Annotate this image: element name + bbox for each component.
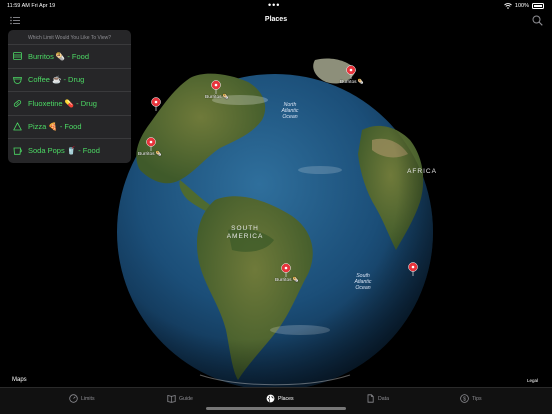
multitasking-dots[interactable]: •••: [268, 0, 280, 10]
tab-label: Limits: [81, 395, 95, 402]
tab-guide[interactable]: Guide: [167, 394, 193, 403]
gauge-icon: [69, 394, 78, 403]
battery-percent: 100%: [514, 3, 529, 9]
popover-item-soda-pops[interactable]: Soda Pops 🥤 - Food: [8, 139, 131, 163]
africa-label: AFRICA: [407, 168, 437, 175]
limit-picker-popover: Which Limit Would You Like To View? Burr…: [8, 30, 131, 163]
south-america-label: SOUTH AMERICA: [226, 225, 264, 240]
navigation-bar: Places: [0, 12, 552, 30]
tab-places[interactable]: Places: [266, 394, 294, 403]
soda-icon: [13, 146, 22, 155]
popover-item-label: Coffee ☕ - Drug: [28, 75, 85, 85]
map-pin[interactable]: [281, 263, 291, 277]
pin-label: Burritos 🌯: [205, 95, 229, 100]
status-bar: 11:59 AM Fri Apr 19 ••• 100%: [0, 0, 552, 12]
popover-item-label: Pizza 🍕 - Food: [28, 122, 82, 132]
dollar-circle-icon: $: [460, 394, 469, 403]
book-icon: [167, 394, 176, 403]
popover-item-label: Soda Pops 🥤 - Food: [28, 146, 100, 156]
tab-label: Places: [278, 395, 294, 402]
map-pin[interactable]: [146, 137, 156, 151]
maps-attribution: Maps: [12, 377, 27, 383]
status-time: 11:59 AM Fri Apr 19: [7, 3, 56, 9]
pin-label: Burritos 🌯: [275, 278, 299, 283]
burrito-icon: [13, 52, 22, 61]
popover-item-pizza[interactable]: Pizza 🍕 - Food: [8, 116, 131, 139]
tab-label: Data: [378, 395, 389, 402]
tab-label: Guide: [179, 395, 193, 402]
north-atlantic-label: North Atlantic Ocean: [281, 102, 299, 120]
globe-icon: [266, 394, 275, 403]
pill-icon: [13, 99, 22, 108]
popover-title: Which Limit Would You Like To View?: [8, 30, 131, 45]
coffee-icon: [13, 75, 22, 84]
page-title: Places: [264, 16, 288, 23]
map-pin[interactable]: [346, 65, 356, 79]
search-icon[interactable]: [532, 15, 543, 26]
pin-label: Burritos 🌯: [340, 80, 364, 85]
tab-limits[interactable]: Limits: [69, 394, 95, 403]
legal-link[interactable]: Legal: [527, 378, 538, 383]
popover-item-coffee[interactable]: Coffee ☕ - Drug: [8, 69, 131, 92]
home-indicator[interactable]: [206, 407, 346, 410]
popover-item-label: Burritos 🌯 - Food: [28, 51, 90, 61]
document-icon: [367, 394, 374, 403]
tab-tips[interactable]: $ Tips: [460, 394, 482, 403]
tab-data[interactable]: Data: [366, 394, 389, 403]
wifi-icon: [504, 3, 512, 9]
south-atlantic-label: South Atlantic Ocean: [354, 273, 372, 291]
popover-item-label: Fluoxetine 💊 - Drug: [28, 98, 97, 108]
map-pin[interactable]: [211, 80, 221, 94]
battery-icon: [532, 3, 544, 9]
map-pin[interactable]: [408, 262, 418, 276]
popover-item-fluoxetine[interactable]: Fluoxetine 💊 - Drug: [8, 92, 131, 116]
status-right: 100%: [504, 3, 544, 9]
pin-label: Burritos 🌯: [138, 152, 162, 157]
tab-label: Tips: [472, 395, 482, 402]
map-pin[interactable]: [151, 97, 161, 111]
svg-text:$: $: [463, 396, 466, 402]
pizza-icon: [13, 122, 22, 131]
popover-item-burritos[interactable]: Burritos 🌯 - Food: [8, 45, 131, 69]
maps-attribution-label: Maps: [12, 377, 27, 383]
